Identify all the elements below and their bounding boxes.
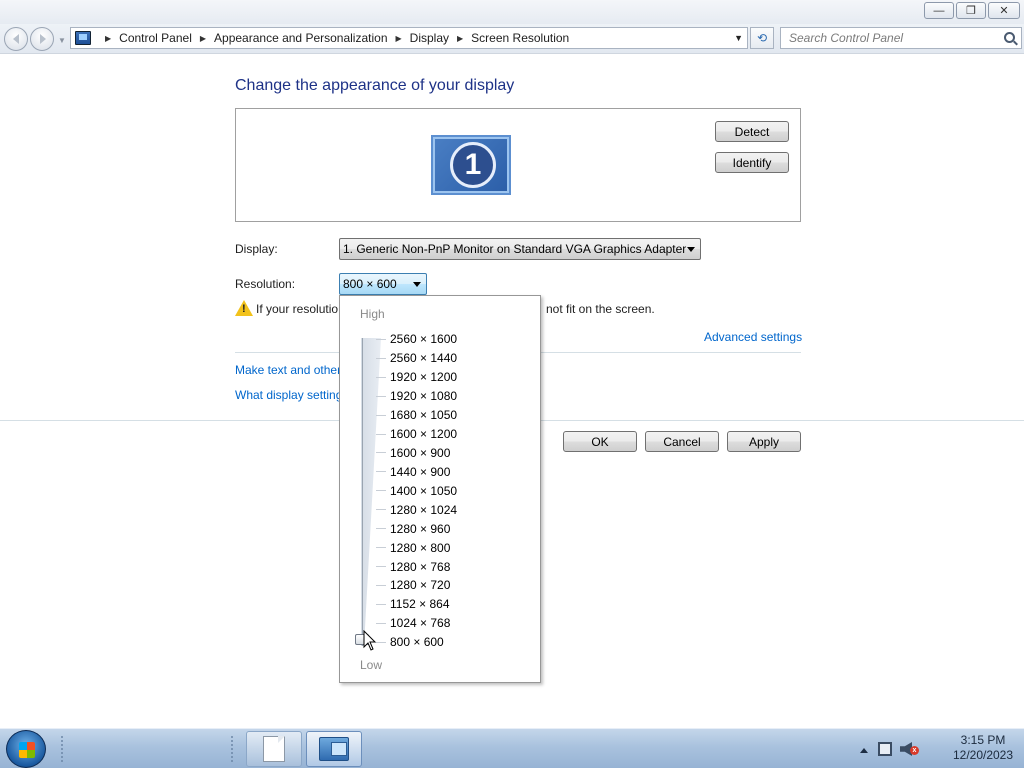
clock[interactable]: 3:15 PM 12/20/2023 — [948, 733, 1018, 763]
system-tray: x 3:15 PM 12/20/2023 — [854, 729, 1024, 768]
resolution-select-value: 800 × 600 — [343, 277, 397, 291]
start-button[interactable] — [6, 730, 46, 768]
resolution-dropdown: High 2560 × 1600 2560 × 1440 1920 × 1200… — [339, 295, 541, 683]
notepad-taskbar-button[interactable] — [246, 731, 302, 767]
resolution-option[interactable]: 1680 × 1050 — [376, 406, 457, 425]
search-icon[interactable] — [1004, 32, 1015, 43]
cancel-button[interactable]: Cancel — [645, 431, 719, 452]
display-settings-help-link[interactable]: What display setting — [235, 388, 342, 402]
identify-button[interactable]: Identify — [715, 152, 789, 173]
resolution-option[interactable]: 1920 × 1080 — [376, 387, 457, 406]
network-icon[interactable] — [878, 742, 892, 756]
breadcrumb-appearance[interactable]: Appearance and Personalization — [214, 31, 387, 45]
chevron-right-icon[interactable]: ▶ — [457, 34, 463, 43]
high-label: High — [360, 307, 385, 321]
clock-date: 12/20/2023 — [952, 748, 1014, 762]
control-panel-taskbar-button[interactable] — [306, 731, 362, 767]
monitor-preview-panel: 1 Detect Identify — [235, 108, 801, 222]
taskbar-grip[interactable] — [60, 735, 64, 763]
low-label: Low — [360, 658, 383, 672]
monitor-icon[interactable]: 1 — [431, 135, 511, 195]
display-select[interactable]: 1. Generic Non-PnP Monitor on Standard V… — [339, 238, 701, 260]
notepad-icon — [263, 736, 285, 762]
breadcrumb-control-panel[interactable]: Control Panel — [119, 31, 192, 45]
chevron-right-icon[interactable]: ▶ — [105, 34, 111, 43]
resolution-options-list: 2560 × 1600 2560 × 1440 1920 × 1200 1920… — [376, 330, 457, 652]
search-box[interactable] — [780, 27, 1022, 49]
close-button[interactable]: ✕ — [988, 2, 1020, 19]
text-size-link[interactable]: Make text and other — [235, 363, 341, 377]
refresh-button[interactable]: ⟲ — [750, 27, 774, 49]
resolution-option[interactable]: 1280 × 800 — [376, 538, 457, 557]
address-bar[interactable]: ▶ Control Panel ▶ Appearance and Persona… — [70, 27, 748, 49]
resolution-option[interactable]: 1400 × 1050 — [376, 481, 457, 500]
back-button[interactable] — [4, 27, 28, 51]
mouse-cursor-icon — [363, 630, 377, 651]
warning-text-start: If your resolutio — [256, 302, 339, 316]
ok-button[interactable]: OK — [563, 431, 637, 452]
warning-text-end: not fit on the screen. — [546, 302, 655, 316]
minimize-button[interactable]: — — [924, 2, 954, 19]
breadcrumb-screen-resolution[interactable]: Screen Resolution — [471, 31, 569, 45]
resolution-slider-track[interactable] — [361, 338, 381, 646]
show-hidden-icons-icon[interactable] — [860, 744, 868, 753]
mute-badge-icon: x — [910, 746, 919, 755]
control-panel-icon — [319, 737, 349, 761]
breadcrumb: ▶ Control Panel ▶ Appearance and Persona… — [97, 31, 569, 45]
resolution-option[interactable]: 2560 × 1440 — [376, 349, 457, 368]
resolution-option[interactable]: 1600 × 1200 — [376, 425, 457, 444]
window-titlebar: — ❐ ✕ — [0, 0, 1024, 24]
detect-button[interactable]: Detect — [715, 121, 789, 142]
display-label: Display: — [235, 242, 278, 256]
chevron-down-icon — [413, 282, 421, 291]
address-dropdown-icon[interactable]: ▼ — [734, 33, 743, 43]
taskbar: x 3:15 PM 12/20/2023 — [0, 728, 1024, 768]
monitor-number: 1 — [450, 142, 496, 188]
resolution-select[interactable]: 800 × 600 — [339, 273, 427, 295]
resolution-option[interactable]: 1600 × 900 — [376, 444, 457, 463]
page-title: Change the appearance of your display — [235, 77, 515, 94]
resolution-option[interactable]: 2560 × 1600 — [376, 330, 457, 349]
maximize-button[interactable]: ❐ — [956, 2, 986, 19]
advanced-settings-link[interactable]: Advanced settings — [704, 330, 802, 344]
breadcrumb-display[interactable]: Display — [410, 31, 449, 45]
warning-icon: ! — [235, 300, 253, 316]
resolution-option[interactable]: 1440 × 900 — [376, 462, 457, 481]
resolution-option[interactable]: 1280 × 1024 — [376, 500, 457, 519]
chevron-down-icon — [687, 247, 695, 256]
resolution-option[interactable]: 1280 × 960 — [376, 519, 457, 538]
display-select-value: 1. Generic Non-PnP Monitor on Standard V… — [343, 242, 687, 256]
resolution-label: Resolution: — [235, 277, 296, 291]
taskbar-grip[interactable] — [230, 735, 234, 763]
chevron-right-icon[interactable]: ▶ — [396, 34, 402, 43]
search-input[interactable] — [789, 31, 989, 45]
resolution-option[interactable]: 1920 × 1200 — [376, 368, 457, 387]
window-controls: — ❐ ✕ — [924, 2, 1020, 19]
forward-button[interactable] — [30, 27, 54, 51]
apply-button[interactable]: Apply — [727, 431, 801, 452]
recent-pages-dropdown-icon[interactable]: ▼ — [58, 36, 66, 45]
resolution-option-selected[interactable]: 800 × 600 — [376, 633, 457, 652]
resolution-option[interactable]: 1152 × 864 — [376, 595, 457, 614]
clock-time: 3:15 PM — [960, 733, 1006, 747]
navigation-bar: ▼ ▶ Control Panel ▶ Appearance and Perso… — [0, 24, 1024, 54]
resolution-option[interactable]: 1024 × 768 — [376, 614, 457, 633]
resolution-option[interactable]: 1280 × 768 — [376, 557, 457, 576]
chevron-right-icon[interactable]: ▶ — [200, 34, 206, 43]
control-panel-icon — [75, 31, 91, 45]
resolution-option[interactable]: 1280 × 720 — [376, 576, 457, 595]
